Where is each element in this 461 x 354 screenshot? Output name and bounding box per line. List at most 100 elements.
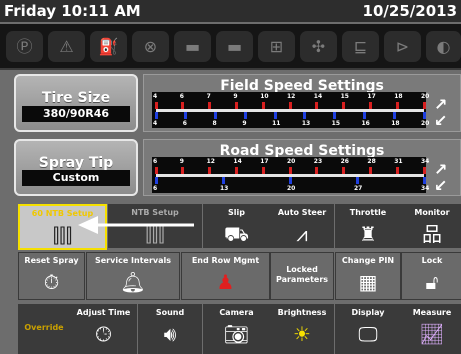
scale-tick-label: 27 [354,185,363,192]
brightness-button[interactable]: Brightness ☀ [270,304,334,354]
throttle-button[interactable]: Throttle ♜ [335,204,401,248]
tractor-icon: ⛟ [223,222,250,246]
fan-icon: ✣ [300,31,337,62]
scale-marker-red [261,167,265,174]
spray-tip-title: Spray Tip [38,155,114,171]
hydraulic-icon: ▬ [174,31,211,62]
scale-marker-blue [184,112,188,119]
bell-icon: 🔔︎ [120,270,146,294]
scale-tick-label: 9 [242,120,247,127]
scale-tick-label: 28 [367,158,376,165]
slip-button[interactable]: Slip ⛟ [203,204,270,248]
scale-marker-red [395,167,399,174]
end-row-mgmt-button[interactable]: End Row Mgmt ♟ [181,252,270,300]
scale-marker-red [154,102,158,109]
change-pin-button[interactable]: Change PIN ▦ [335,252,401,300]
scale-marker-red [422,102,426,109]
scale-tick-label: 20 [421,93,430,100]
sun-icon: ☀ [293,322,311,346]
scale-marker-blue [333,112,337,119]
auto-steer-label: Auto Steer [277,208,327,217]
date: 10/25/2013 [362,2,457,20]
scale-marker-red [288,102,292,109]
scale-tick-label: 26 [340,158,349,165]
override-button[interactable]: Override [18,304,70,354]
implement-icon: ⊑ [342,31,379,62]
tire-size-value: 380/90R46 [22,106,130,122]
lock-button[interactable]: Lock 🔓︎ [401,252,461,300]
tire-size-button[interactable]: Tire Size 380/90R46 [14,74,138,132]
scale-tick-label: 13 [220,185,229,192]
scale-tick-label: 17 [367,93,376,100]
override-label: Override [24,323,64,332]
scale-tick-label: 20 [421,120,430,127]
lock-label: Lock [421,256,443,265]
scale-marker-red [342,102,346,109]
scale-tick-label: 14 [313,93,323,100]
sound-button[interactable]: Sound 🔊︎ [138,304,202,354]
camera-button[interactable]: Camera 📷︎ [203,304,270,354]
scale-tick-label: 12 [287,93,296,100]
adjust-time-label: Adjust Time [76,308,131,317]
scale-marker-red [181,167,185,174]
scale-marker-red [422,167,426,174]
scale-marker-red [154,167,158,174]
scale-tick-label: 20 [287,185,296,192]
scale-marker-red [234,167,238,174]
more-icon: ◐ [426,31,461,62]
display-button[interactable]: Display 🖵︎ [335,304,401,354]
padlock-icon: 🔓︎ [425,270,439,294]
road-speed-settings[interactable]: Road Speed Settings ↗ ↙ 6 9 12 14 17 20 23 26 28… [143,139,461,196]
display-icon: 🖵︎ [358,322,378,346]
scale-tick-label: 12 [206,158,215,165]
collapse-icon[interactable]: ↙ [434,111,447,130]
scale-tick-label: 11 [272,120,281,127]
scale-tick-label: 9 [233,93,238,100]
reset-spray-button[interactable]: Reset Spray ⏱ [18,252,85,300]
brightness-label: Brightness [277,308,327,317]
measure-button[interactable]: Measure 📈︎ [401,304,461,354]
field-speed-settings[interactable]: Field Speed Settings ↗ ↙ 4 6 7 9 10 12 14 15 17 1… [143,74,461,132]
spray-tip-button[interactable]: Spray Tip Custom [14,139,138,196]
scale-tick-label: 9 [179,158,184,165]
camera-icon: 📷︎ [223,322,250,346]
scale-tick-label: 7 [206,93,211,100]
scale-marker-red [208,167,212,174]
monitor-label: Monitor [414,208,450,217]
scale-tick-label: 31 [394,158,403,165]
change-pin-label: Change PIN [341,256,395,265]
speaker-icon: 🔊︎ [163,322,177,346]
scale-marker-blue [154,112,158,119]
scale-tick-label: 6 [153,158,158,165]
scale-tick-label: 20 [287,158,296,165]
scale-marker-red [368,167,372,174]
scale-tick-label: 6 [153,185,158,192]
scale-tick-label: 10 [260,93,269,100]
clock-icon: 🕒︎ [95,322,112,346]
scale-marker-red [395,102,399,109]
pump-icon: ⊳ [384,31,421,62]
scale-tick-label: 14 [233,158,242,165]
auto-steer-button[interactable]: Auto Steer ⩘ [270,204,334,248]
sound-label: Sound [155,308,185,317]
scale-marker-red [208,102,212,109]
scale-tick-label: 6 [179,93,184,100]
scale-marker-blue [154,177,158,184]
steer-icon: ⩘ [296,222,308,246]
service-intervals-button[interactable]: Service Intervals 🔔︎ [86,252,180,300]
adjust-time-button[interactable]: Adjust Time 🕒︎ [70,304,137,354]
collapse-icon[interactable]: ↙ [434,176,447,195]
scale-tick-label: 18 [394,93,403,100]
scale-tick-label: 34 [421,158,430,165]
fuel-filter-icon: ⛽ [90,31,127,62]
locked-parameters-button[interactable]: Locked Parameters [270,252,334,300]
status-icon-row: Ⓟ ⚠ ⛽ ⊗ ▬ ▬ ⊞ ✣ ⊑ ⊳ ◐ [0,24,461,70]
top-bar: Friday 10:11 AM 10/25/2013 [0,0,461,22]
monitor-button[interactable]: Monitor 品 [401,204,461,248]
engine-icon: ⊗ [132,31,169,62]
service-intervals-label: Service Intervals [94,256,172,265]
parking-brake-icon: Ⓟ [6,31,43,62]
scale-tick-label: 17 [260,158,269,165]
scale-marker-red [315,167,319,174]
warning-icon: ⚠ [48,31,85,62]
